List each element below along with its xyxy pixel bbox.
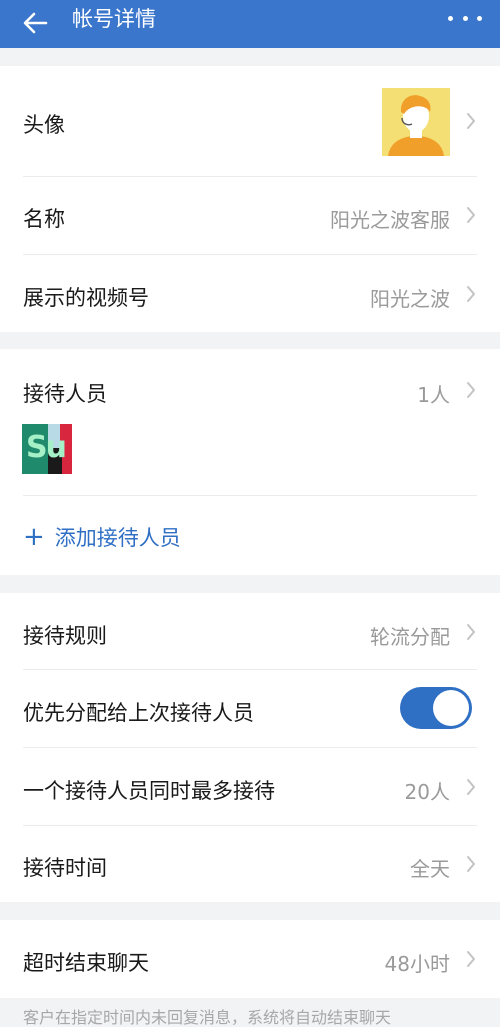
priority-toggle[interactable] [400,687,472,729]
staff-label: 接待人员 [23,382,107,406]
arrow-left-icon [23,12,48,34]
page-title: 帐号详情 [72,7,156,31]
chevron-right-icon [464,110,478,132]
plus-icon: + [23,522,45,552]
top-app-bar: 帐号详情 [0,0,500,48]
reception-time-label: 接待时间 [23,856,107,880]
timeout-value: 48小时 [384,952,450,976]
name-value: 阳光之波客服 [330,208,450,232]
add-staff-label: 添加接待人员 [54,526,181,550]
reception-time-value: 全天 [410,857,450,881]
name-label: 名称 [23,207,65,231]
timeout-row[interactable]: 超时结束聊天 48小时 [0,920,500,998]
chevron-right-icon [464,204,478,226]
more-dot-icon [462,15,468,21]
back-button[interactable] [18,6,52,40]
channel-value: 阳光之波 [370,287,450,311]
account-avatar[interactable] [382,88,450,156]
divider [23,495,477,496]
timeout-label: 超时结束聊天 [23,951,149,975]
staff-count: 1人 [417,383,450,407]
chevron-right-icon [464,776,478,798]
staff-avatar-text: Su [26,430,67,465]
name-row[interactable]: 名称 阳光之波客服 [0,177,500,254]
staff-avatar[interactable]: Su [22,424,72,474]
chevron-right-icon [464,948,478,970]
priority-label: 优先分配给上次接待人员 [23,701,254,725]
staff-row[interactable]: 接待人员 1人 [0,349,500,419]
toggle-knob [433,690,469,726]
reception-time-row[interactable]: 接待时间 全天 [0,826,500,902]
max-concurrent-row[interactable]: 一个接待人员同时最多接待 20人 [0,748,500,825]
max-concurrent-label: 一个接待人员同时最多接待 [23,779,275,803]
more-options-button[interactable] [448,8,482,28]
max-concurrent-value: 20人 [404,780,450,804]
avatar-label: 头像 [23,113,65,137]
chevron-right-icon [464,853,478,875]
rule-value: 轮流分配 [370,625,450,649]
chevron-right-icon [464,283,478,305]
channel-row[interactable]: 展示的视频号 阳光之波 [0,255,500,332]
rule-row[interactable]: 接待规则 轮流分配 [0,593,500,669]
more-dot-icon [448,15,453,21]
chevron-right-icon [464,621,478,643]
channel-label: 展示的视频号 [23,286,149,310]
add-staff-button[interactable]: + 添加接待人员 [23,522,181,552]
person-avatar-icon [382,88,450,156]
more-dot-icon [477,15,482,21]
rule-label: 接待规则 [23,624,107,648]
timeout-note: 客户在指定时间内未回复消息，系统将自动结束聊天 [23,1008,392,1027]
chevron-right-icon [464,379,478,401]
